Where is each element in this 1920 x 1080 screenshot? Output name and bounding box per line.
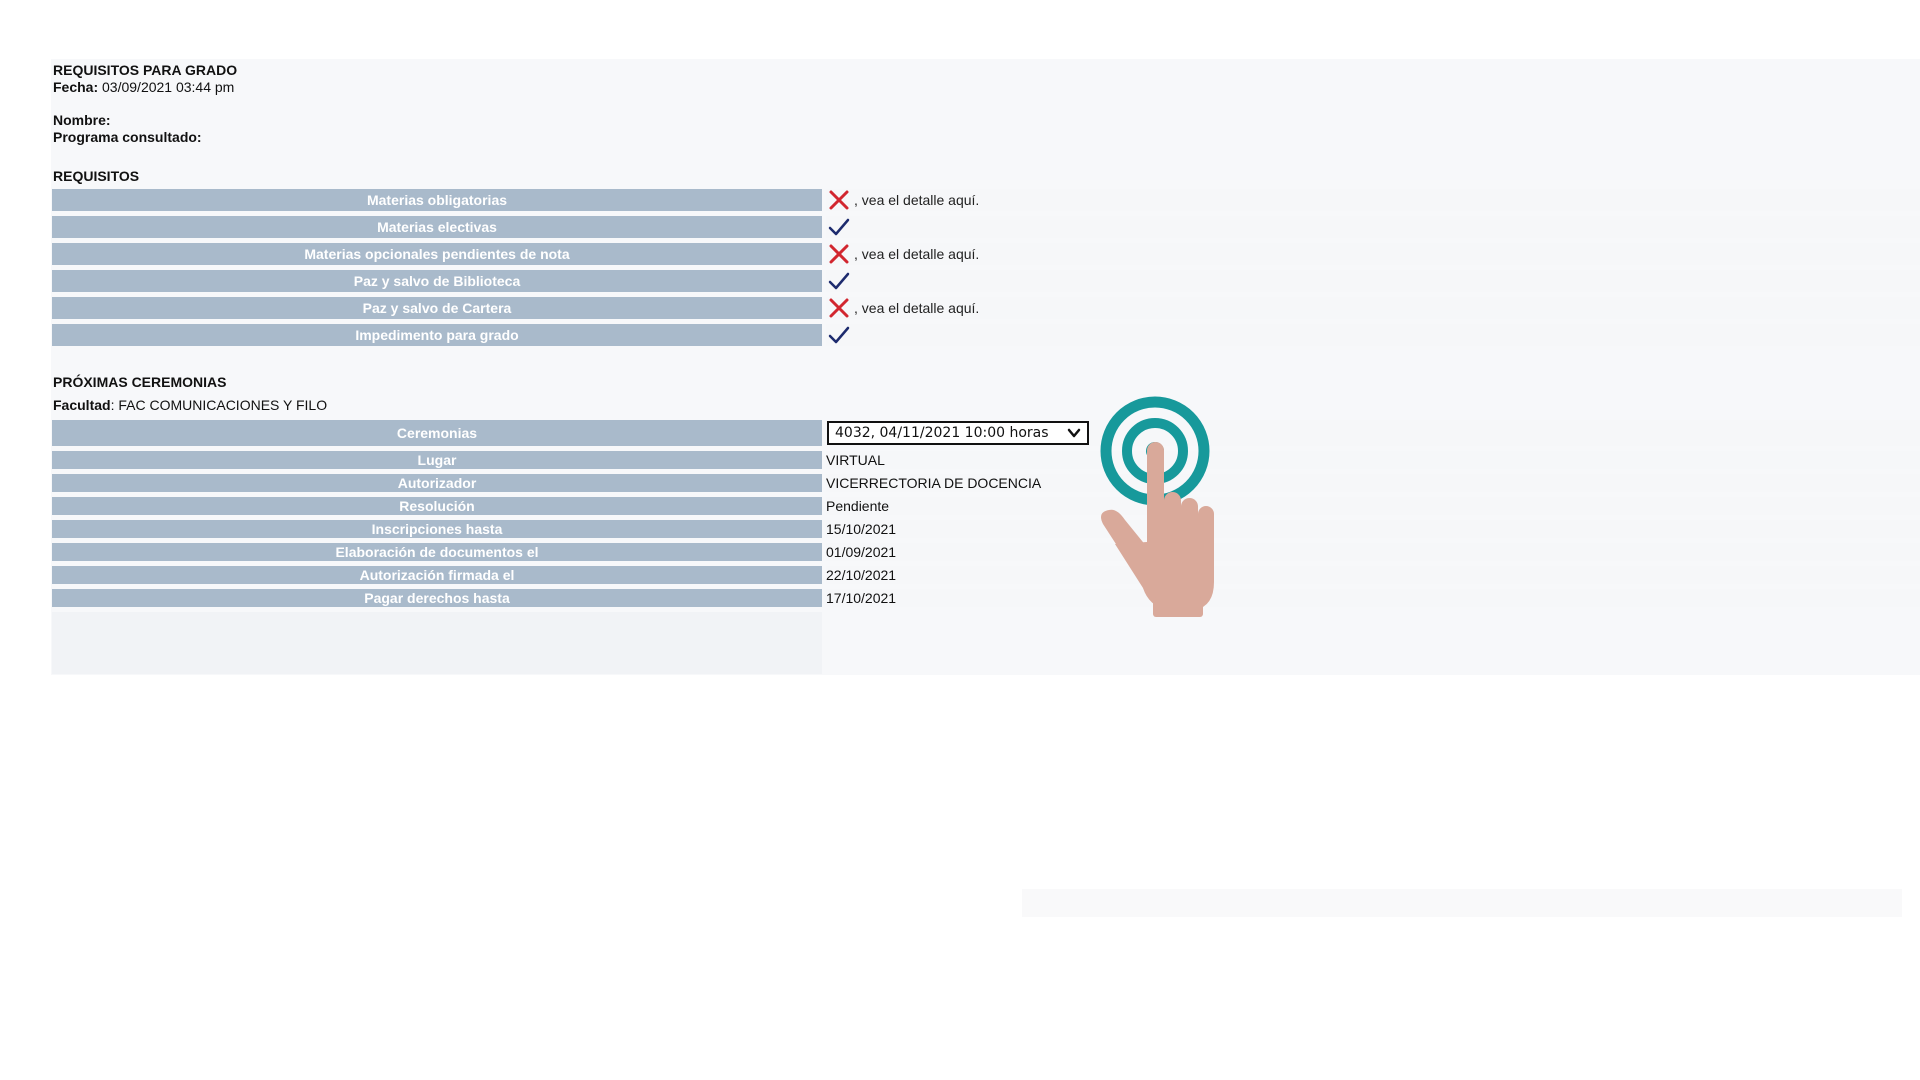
fecha-label: Fecha:	[53, 79, 99, 95]
ceremonia-row: Autorizador VICERRECTORIA DE DOCENCIA	[52, 474, 1920, 492]
ceremonia-value: Pendiente	[826, 497, 1920, 515]
ceremonia-row: Elaboración de documentos el 01/09/2021	[52, 543, 1920, 561]
requisito-label: Paz y salvo de Cartera	[52, 297, 822, 319]
programa-label: Programa consultado:	[53, 129, 202, 145]
ceremonia-row: Autorización firmada el 22/10/2021	[52, 566, 1920, 584]
facultad-line: Facultad: FAC COMUNICACIONES Y FILO	[53, 397, 327, 413]
requisito-label: Paz y salvo de Biblioteca	[52, 270, 822, 292]
requisito-row: Paz y salvo de Cartera , vea el detalle …	[52, 297, 1920, 319]
ceremonias-heading: PRÓXIMAS CEREMONIAS	[53, 374, 227, 390]
ceremonia-label: Pagar derechos hasta	[52, 589, 822, 607]
ceremonia-row: Resolución Pendiente	[52, 497, 1920, 515]
ceremonia-value: VIRTUAL	[826, 451, 1920, 469]
x-icon	[829, 190, 849, 210]
requisito-label: Materias opcionales pendientes de nota	[52, 243, 822, 265]
tap-hand-icon	[1100, 396, 1214, 617]
ceremonia-row: Inscripciones hasta 15/10/2021	[52, 520, 1920, 538]
check-icon	[828, 218, 850, 236]
fecha-value: 03/09/2021 03:44 pm	[102, 79, 235, 95]
ceremonia-label: Lugar	[52, 451, 822, 469]
ceremonias-select[interactable]: 4032, 04/11/2021 10:00 horas	[827, 421, 1089, 445]
ceremonia-label: Autorizador	[52, 474, 822, 492]
table-empty-area	[52, 612, 822, 674]
ceremonias-select-value: 4032, 04/11/2021 10:00 horas	[835, 425, 1049, 441]
check-icon	[828, 272, 850, 290]
facultad-value: : FAC COMUNICACIONES Y FILO	[110, 397, 328, 413]
requisito-row: Paz y salvo de Biblioteca	[52, 270, 1920, 292]
ceremonia-label: Elaboración de documentos el	[52, 543, 822, 561]
ceremonia-row: Lugar VIRTUAL	[52, 451, 1920, 469]
check-icon	[828, 326, 850, 344]
requisito-status: , vea el detalle aquí.	[826, 243, 1920, 265]
ceremonia-label: Inscripciones hasta	[52, 520, 822, 538]
ceremonia-value: 01/09/2021	[826, 543, 1920, 561]
ceremonia-row: Pagar derechos hasta 17/10/2021	[52, 589, 1920, 607]
x-icon	[829, 298, 849, 318]
requisito-row: Materias obligatorias , vea el detalle a…	[52, 189, 1920, 211]
chevron-down-icon	[1067, 428, 1081, 438]
fecha-line: Fecha: 03/09/2021 03:44 pm	[53, 79, 234, 95]
page-title: REQUISITOS PARA GRADO	[53, 62, 238, 78]
requisito-row: Materias electivas	[52, 216, 1920, 238]
ceremonia-label: Autorización firmada el	[52, 566, 822, 584]
requisito-status	[826, 216, 1920, 238]
requisito-row: Impedimento para grado	[52, 324, 1920, 346]
requisito-status	[826, 270, 1920, 292]
requisito-status: , vea el detalle aquí.	[826, 189, 1920, 211]
requisito-row: Materias opcionales pendientes de nota ,…	[52, 243, 1920, 265]
requisito-status: , vea el detalle aquí.	[826, 297, 1920, 319]
nombre-label: Nombre:	[53, 112, 111, 128]
detail-link[interactable]: , vea el detalle aquí.	[854, 246, 979, 262]
faint-bar	[1022, 889, 1902, 917]
facultad-label: Facultad	[53, 397, 111, 413]
ceremonias-label: Ceremonias	[52, 420, 822, 446]
requisito-label: Materias electivas	[52, 216, 822, 238]
requisito-label: Materias obligatorias	[52, 189, 822, 211]
ceremonia-value: 15/10/2021	[826, 520, 1920, 538]
requisito-label: Impedimento para grado	[52, 324, 822, 346]
requisitos-heading: REQUISITOS	[53, 168, 140, 184]
requisito-status	[826, 324, 1920, 346]
x-icon	[829, 244, 849, 264]
ceremonia-label: Resolución	[52, 497, 822, 515]
ceremonia-value: 22/10/2021	[826, 566, 1920, 584]
detail-link[interactable]: , vea el detalle aquí.	[854, 300, 979, 316]
ceremonia-value: VICERRECTORIA DE DOCENCIA	[826, 474, 1920, 492]
ceremonia-value: 17/10/2021	[826, 589, 1920, 607]
detail-link[interactable]: , vea el detalle aquí.	[854, 192, 979, 208]
table-empty-area	[826, 612, 1920, 674]
